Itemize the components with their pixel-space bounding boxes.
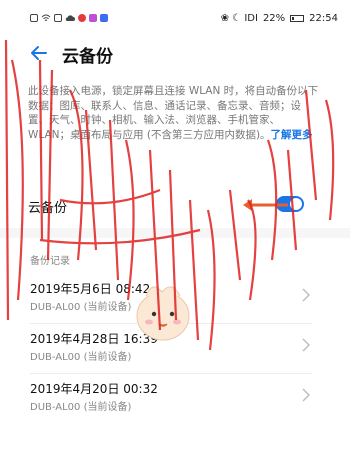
record-device: DUB-AL00 (当前设备) bbox=[30, 352, 132, 363]
status-left-icons bbox=[30, 14, 108, 22]
sim-icon bbox=[30, 14, 38, 22]
cloud-icon bbox=[65, 15, 75, 21]
section-divider bbox=[0, 228, 350, 238]
status-bar: ❀ ☾ IDI 22% 22:54 bbox=[0, 0, 350, 36]
backup-record[interactable]: 2019年4月20日 00:32 DUB-AL00 (当前设备) bbox=[0, 376, 350, 424]
status-indicators: ❀ ☾ IDI bbox=[220, 12, 258, 24]
battery-icon bbox=[290, 14, 305, 22]
learn-more-link[interactable]: 了解更多 bbox=[271, 129, 313, 141]
clock: 22:54 bbox=[309, 12, 338, 24]
page-title: 云备份 bbox=[62, 47, 113, 67]
backup-record[interactable]: 2019年5月6日 08:42 DUB-AL00 (当前设备) bbox=[0, 276, 350, 324]
record-date: 2019年4月28日 16:39 bbox=[30, 332, 158, 346]
app-header: 云备份 bbox=[0, 36, 350, 70]
chevron-right-icon bbox=[302, 338, 310, 352]
chevron-right-icon bbox=[302, 288, 310, 302]
record-device: DUB-AL00 (当前设备) bbox=[30, 402, 132, 413]
cloud-backup-label: 云备份 bbox=[28, 201, 68, 216]
app-blue-icon bbox=[100, 14, 108, 22]
record-divider bbox=[30, 323, 312, 324]
annotation-arrow-icon bbox=[243, 199, 288, 211]
battery-percent: 22% bbox=[262, 12, 286, 24]
record-device: DUB-AL00 (当前设备) bbox=[30, 302, 132, 313]
back-arrow-icon[interactable] bbox=[30, 44, 48, 62]
battery-fill bbox=[292, 16, 295, 20]
records-header: 备份记录 bbox=[30, 256, 70, 267]
record-date: 2019年5月6日 08:42 bbox=[30, 282, 151, 296]
shield-icon bbox=[54, 14, 62, 22]
status-right: ❀ ☾ IDI 22% 22:54 bbox=[221, 13, 338, 24]
toggle-knob bbox=[290, 198, 302, 210]
record-date: 2019年4月20日 00:32 bbox=[30, 382, 158, 396]
chevron-right-icon bbox=[302, 388, 310, 402]
backup-description: 此设备接入电源，锁定屏幕且连接 WLAN 时，将自动备份以下数据：图库、联系人、… bbox=[28, 84, 320, 142]
backup-record[interactable]: 2019年4月28日 16:39 DUB-AL00 (当前设备) bbox=[0, 326, 350, 374]
app-purple-icon bbox=[89, 14, 97, 22]
record-divider bbox=[30, 373, 312, 374]
app-red-icon bbox=[78, 14, 86, 22]
cloud-backup-row[interactable]: 云备份 bbox=[0, 186, 350, 224]
wifi-icon bbox=[41, 14, 51, 21]
